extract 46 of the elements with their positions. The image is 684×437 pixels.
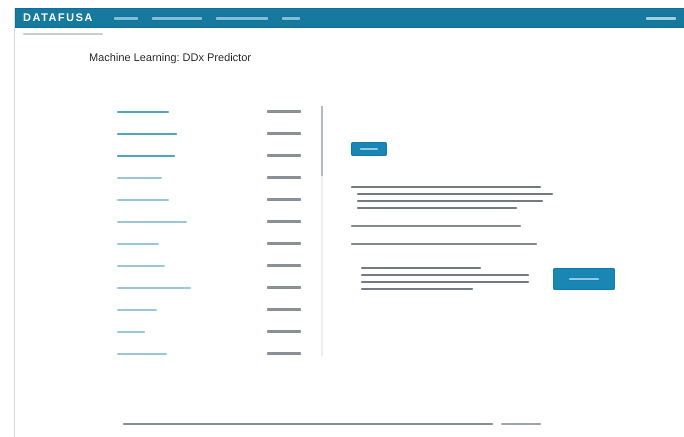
blurred-text-line-icon xyxy=(351,225,521,227)
blurred-link-icon[interactable] xyxy=(117,132,177,134)
blurred-value-icon xyxy=(267,176,301,179)
page-title: Machine Learning: DDx Predictor xyxy=(89,52,252,64)
blurred-link-icon[interactable] xyxy=(117,154,175,156)
blurred-value-icon xyxy=(267,132,301,135)
scrollbar-track[interactable] xyxy=(321,106,323,356)
blurred-link-icon[interactable] xyxy=(117,352,167,354)
blurred-link-icon[interactable] xyxy=(117,264,165,266)
blurred-text-line-icon xyxy=(357,193,553,195)
blurred-value-icon xyxy=(267,220,301,223)
blurred-value-icon xyxy=(267,242,301,245)
download-button[interactable] xyxy=(553,268,615,290)
blurred-text-line-icon xyxy=(361,267,481,269)
blurred-text-line-icon xyxy=(351,186,541,188)
blurred-link-icon[interactable] xyxy=(117,330,145,332)
blurred-value-icon xyxy=(267,154,301,157)
blurred-value-icon xyxy=(267,352,301,355)
blurred-value-icon xyxy=(267,264,301,267)
blurred-footer-link-icon[interactable] xyxy=(501,423,541,425)
blurred-link-icon[interactable] xyxy=(117,110,169,112)
blurred-text-line-icon xyxy=(351,243,537,245)
action-button[interactable] xyxy=(351,142,387,156)
logo: DATAFUSA xyxy=(23,12,94,24)
blurred-menu-item-icon[interactable] xyxy=(114,16,138,20)
blurred-menu-item-icon[interactable] xyxy=(216,16,268,20)
blurred-link-icon[interactable] xyxy=(117,220,187,222)
blurred-text-line-icon xyxy=(357,207,517,209)
blurred-menu-item-icon[interactable] xyxy=(282,16,300,20)
blurred-value-icon xyxy=(267,198,301,201)
blurred-link-icon[interactable] xyxy=(117,242,159,244)
blurred-value-icon xyxy=(267,308,301,311)
blurred-link-icon[interactable] xyxy=(117,198,169,200)
blurred-link-icon[interactable] xyxy=(117,176,162,178)
blurred-text-line-icon xyxy=(361,274,529,276)
blurred-value-icon xyxy=(267,110,301,113)
blurred-value-icon xyxy=(267,330,301,333)
blurred-value-icon xyxy=(267,286,301,289)
blurred-text-line-icon xyxy=(361,281,529,283)
blurred-user-menu-icon[interactable] xyxy=(646,16,676,20)
blurred-text-line-icon xyxy=(357,200,543,202)
blurred-link-icon[interactable] xyxy=(117,308,157,310)
blurred-text-line-icon xyxy=(361,288,473,290)
blurred-menu-item-icon[interactable] xyxy=(152,16,202,20)
blurred-link-icon[interactable] xyxy=(117,286,191,288)
scrollbar-thumb[interactable] xyxy=(321,106,323,176)
